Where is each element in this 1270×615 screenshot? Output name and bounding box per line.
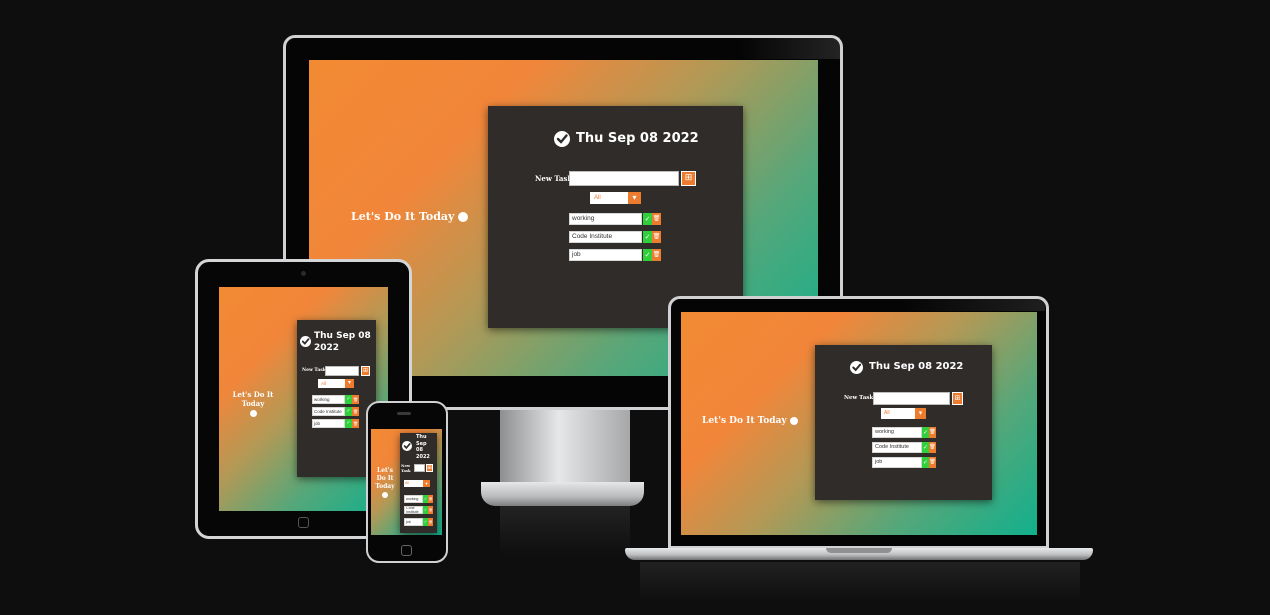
task-item-code-institute-text: Code Institute [569,231,642,243]
tablet-camera [301,271,306,276]
add-task-button[interactable]: ⊞ [426,464,433,472]
tagline: Let's Do It Today [702,416,798,426]
chevron-down-icon: ▾ [915,408,926,419]
task-item-code-institute-text: Code Institute [312,407,345,416]
filter-selected: All [594,195,601,201]
check-circle-icon [554,131,570,147]
phone-home-button[interactable] [401,545,412,556]
delete-button[interactable]: 🗑 [428,518,433,526]
tagline: Let's Do It Today [372,467,398,499]
new-task-input[interactable] [325,366,359,376]
new-task-input[interactable] [873,392,950,405]
tagline-text: Let's Do It Today [232,390,274,408]
complete-button[interactable]: ✓ [643,231,652,243]
new-task-input[interactable] [414,464,425,472]
task-item-code-institute-text: Code Institute [404,506,423,514]
task-item-working-text: working [312,395,345,404]
delete-button[interactable]: 🗑 [352,407,359,416]
smiley-icon [249,409,257,417]
complete-button[interactable]: ✓ [922,457,929,468]
chevron-down-icon: ▾ [628,192,641,204]
monitor-glare [740,37,840,59]
tagline-text: Let's Do It Today [702,416,787,426]
task-item-code-institute-text: Code Institute [872,442,922,453]
task-item-job-text: job [404,518,423,526]
add-task-button[interactable]: ⊞ [952,392,963,405]
delete-button[interactable]: 🗑 [428,506,433,514]
phone-screen: Let's Do It Today Thu Sep 08 2022 New Task … [371,429,442,535]
delete-button[interactable]: 🗑 [929,427,936,438]
laptop-reflection [640,562,1080,602]
chevron-down-icon: ▾ [423,480,430,487]
date-title: Thu Sep 08 2022 [416,434,430,460]
check-circle-icon [402,441,412,451]
smiley-icon [789,416,798,425]
tagline: Let's Do It Today [351,210,469,223]
filter-selected: All [321,381,327,386]
laptop-glare [900,299,1045,311]
task-item-job-text: job [872,457,922,468]
tablet-screen: Let's Do It Today Thu Sep 08 2022 New Tas… [219,287,388,511]
delete-button[interactable]: 🗑 [352,395,359,404]
delete-button[interactable]: 🗑 [352,419,359,428]
task-item-working-text: working [404,495,423,503]
delete-button[interactable]: 🗑 [652,249,661,261]
task-item-working-text: working [569,213,642,225]
task-item-job-text: job [312,419,345,428]
tagline-text: Let's Do It Today [375,467,395,490]
monitor-stand-base [481,482,644,506]
todo-card: Thu Sep 08 2022 New Task ⊞ All ▾ working ✓ … [400,433,437,533]
date-title: Thu Sep 08 2022 [314,331,371,353]
complete-button[interactable]: ✓ [345,395,352,404]
complete-button[interactable]: ✓ [643,249,652,261]
filter-selected: All [884,410,890,416]
add-task-button[interactable]: ⊞ [361,366,370,376]
date-title: Thu Sep 08 2022 [576,131,699,146]
delete-button[interactable]: 🗑 [652,213,661,225]
tagline-text: Let's Do It Today [351,210,455,223]
smiley-icon [458,212,469,222]
delete-button[interactable]: 🗑 [929,442,936,453]
filter-select[interactable]: All ▾ [881,408,926,419]
filter-select[interactable]: All ▾ [590,192,641,204]
phone-speaker [397,412,411,415]
filter-selected: All [405,481,409,485]
laptop-screen: Let's Do It Today Thu Sep 08 2022 New Ta… [681,312,1037,535]
date-title: Thu Sep 08 2022 [869,361,964,372]
chevron-down-icon: ▾ [345,379,354,388]
filter-select[interactable]: All ▾ [318,379,354,388]
monitor-stand-neck [500,408,630,488]
new-task-input[interactable] [569,171,679,186]
new-task-label: New Task [844,395,874,401]
complete-button[interactable]: ✓ [922,427,929,438]
complete-button[interactable]: ✓ [643,213,652,225]
filter-select[interactable]: All ▾ [404,480,430,487]
laptop-notch [826,548,892,553]
new-task-label: New Task [302,368,326,373]
monitor-stand-reflection [500,506,630,556]
new-task-label: New Task [401,463,411,473]
delete-button[interactable]: 🗑 [652,231,661,243]
complete-button[interactable]: ✓ [345,407,352,416]
tagline: Let's Do It Today [222,390,284,417]
task-item-working-text: working [872,427,922,438]
todo-card: Thu Sep 08 2022 New Task ⊞ All ▾ working… [815,345,992,500]
smiley-icon [382,491,388,498]
todo-card: Thu Sep 08 2022 New Task ⊞ All ▾ working… [488,106,743,328]
delete-button[interactable]: 🗑 [929,457,936,468]
tablet-home-button[interactable] [298,517,309,528]
check-circle-icon [300,336,311,347]
task-item-job-text: job [569,249,642,261]
new-task-label: New Task [535,174,573,183]
complete-button[interactable]: ✓ [922,442,929,453]
todo-card: Thu Sep 08 2022 New Task ⊞ All ▾ working … [297,320,376,477]
check-circle-icon [850,361,863,374]
add-task-button[interactable]: ⊞ [681,171,696,186]
complete-button[interactable]: ✓ [345,419,352,428]
delete-button[interactable]: 🗑 [428,495,433,503]
